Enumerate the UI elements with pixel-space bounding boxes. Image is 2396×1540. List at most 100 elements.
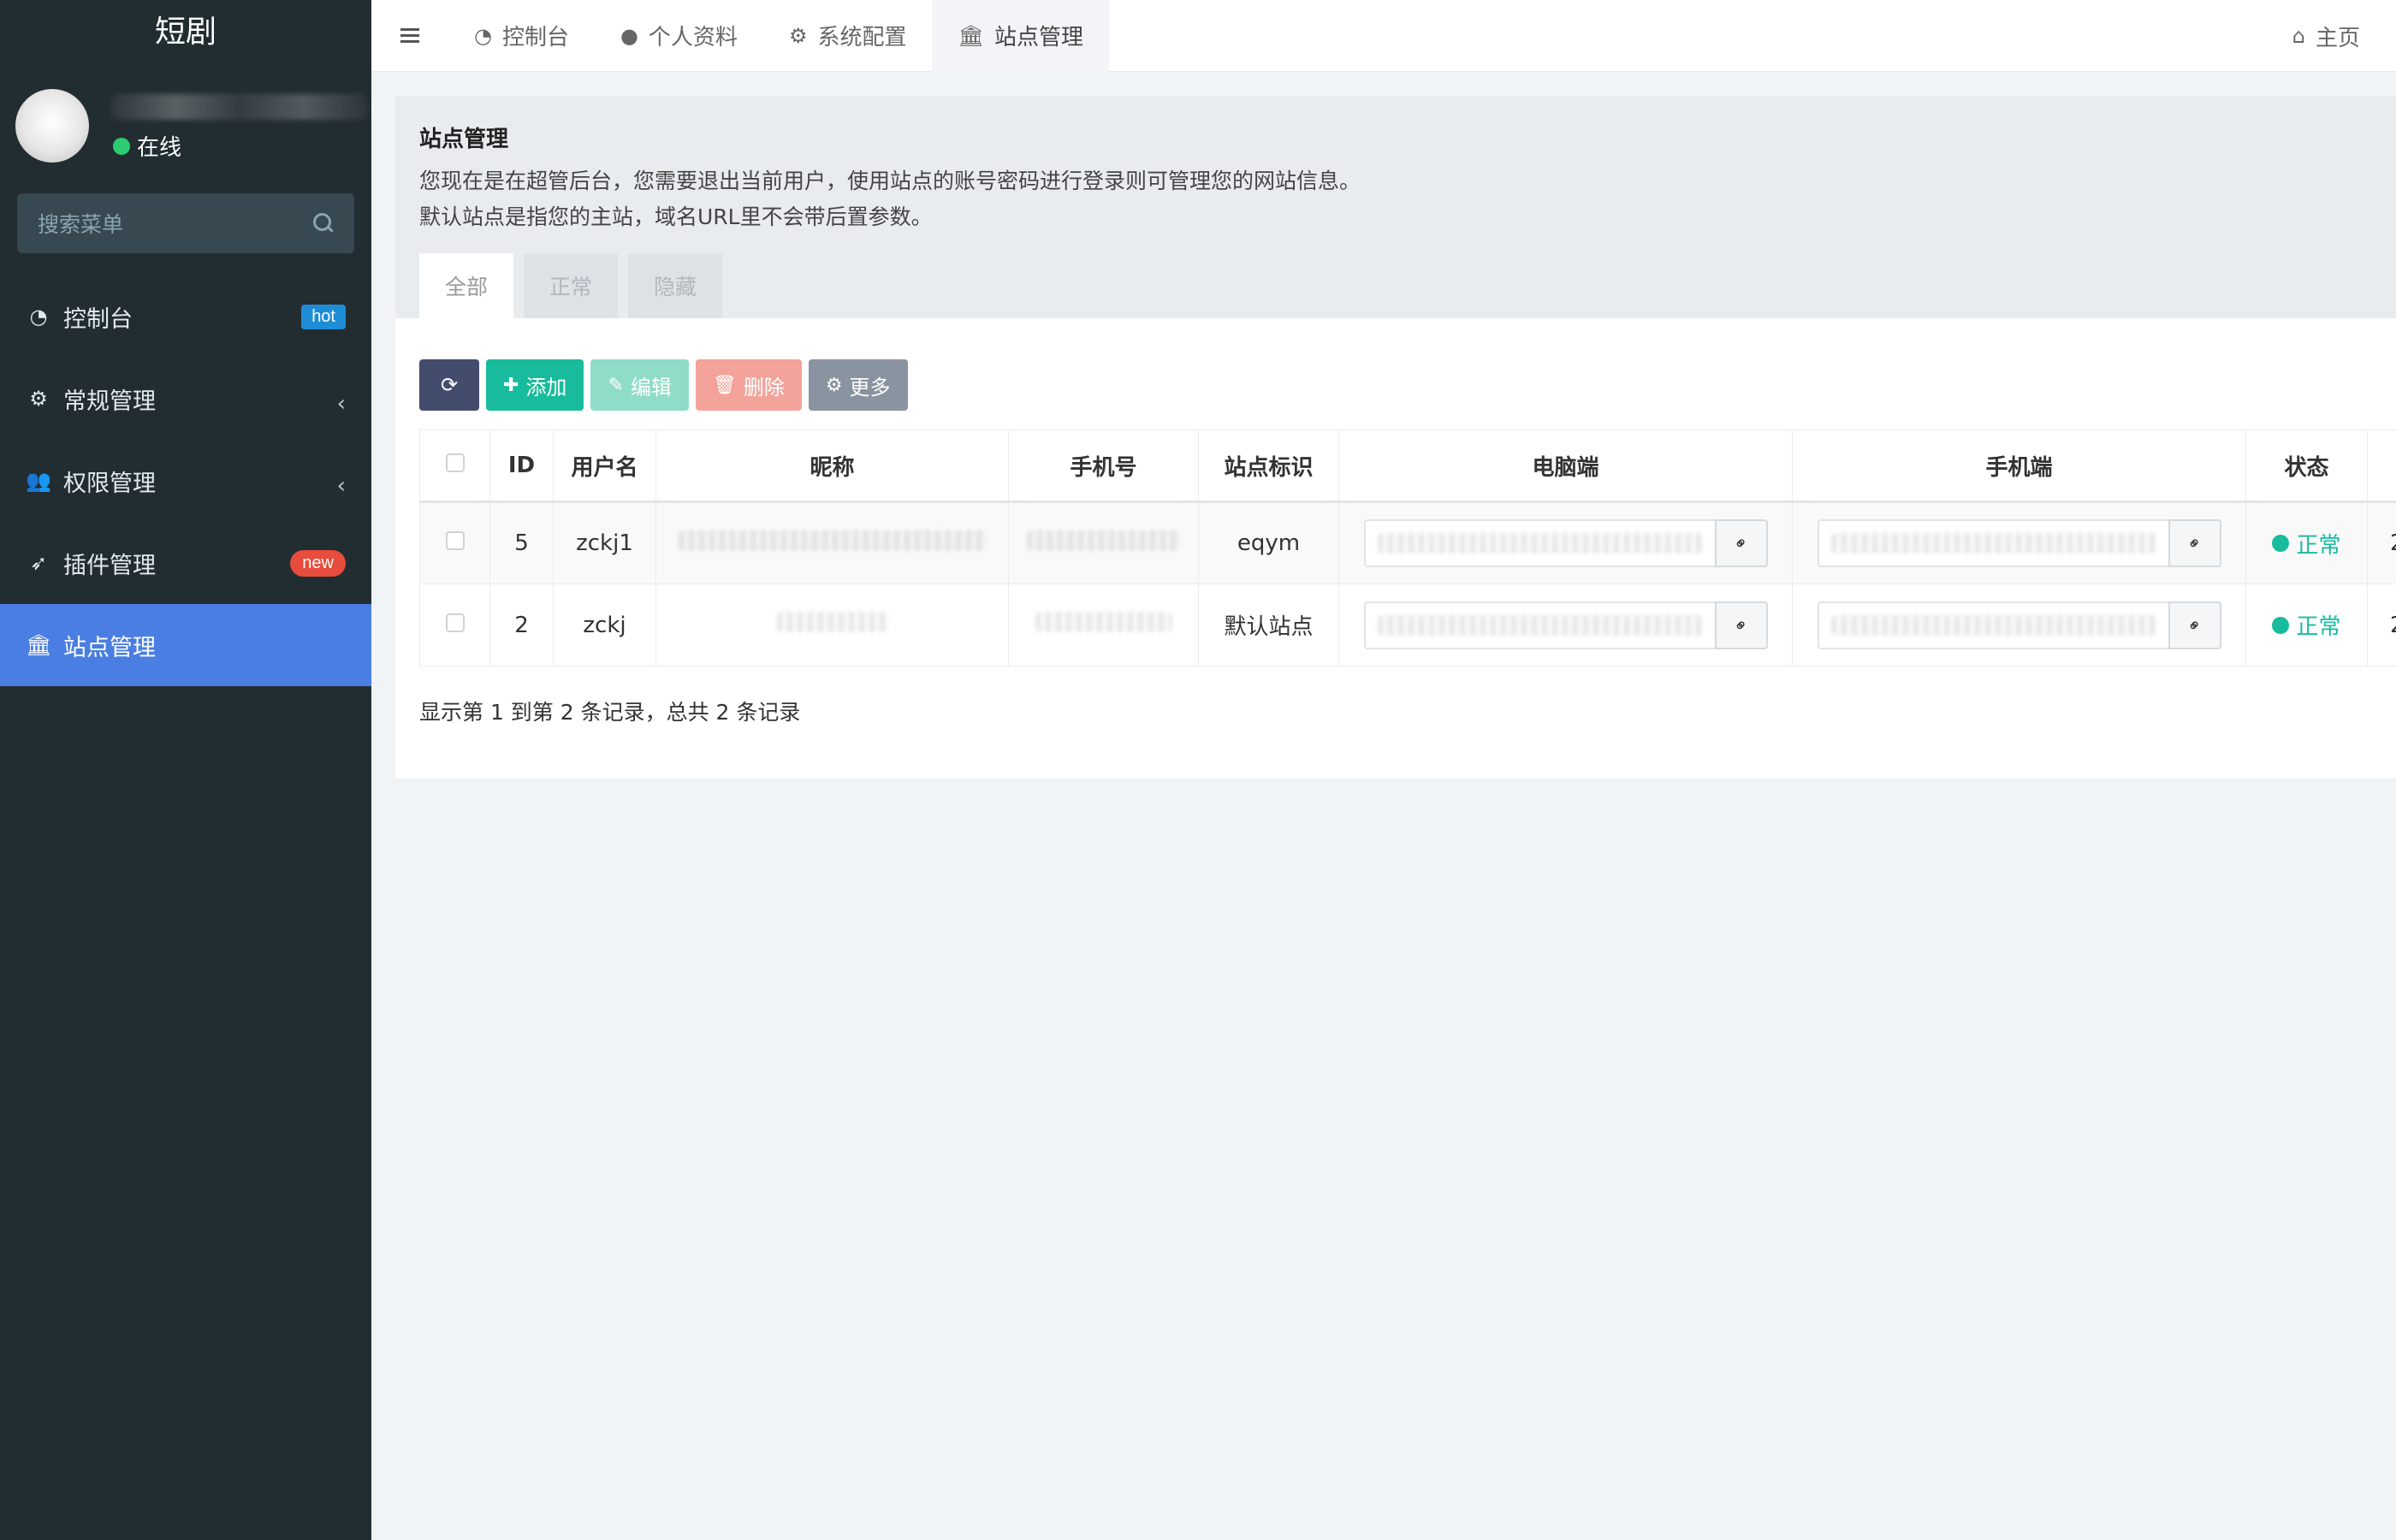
sidebar-toggle-button[interactable]: [371, 0, 448, 72]
cell-pc-url: ⚭: [1338, 583, 1793, 666]
sites-table: ID 用户名 昵称 手机号 站点标识 电脑端 手机端 状态 5 zckj1 eq…: [419, 429, 2396, 666]
row-checkbox[interactable]: [419, 583, 490, 666]
cell-nickname-redacted: [655, 583, 1009, 666]
sidebar-item-auth[interactable]: 👥 权限管理 ‹: [0, 440, 371, 522]
page-description: 您现在是在超管后台，您需要退出当前用户，使用站点的账号密码进行登录则可管理您的网…: [419, 163, 2372, 235]
filter-tab-hidden[interactable]: 隐藏: [628, 253, 723, 318]
col-nickname[interactable]: 昵称: [655, 429, 1009, 503]
top-navbar: ◔ 控制台 ● 个人资料 ⚙ 系统配置 🏛 站点管理 ⌂ 主页: [371, 0, 2396, 72]
sidebar-item-addons[interactable]: ➶ 插件管理 new: [0, 522, 371, 604]
table-header-row: ID 用户名 昵称 手机号 站点标识 电脑端 手机端 状态: [419, 429, 2396, 503]
open-link-button[interactable]: ⚭: [1714, 601, 1768, 649]
col-status[interactable]: 状态: [2245, 429, 2368, 503]
filter-tab-all[interactable]: 全部: [419, 253, 514, 318]
cogs-icon: ⚙: [29, 387, 48, 411]
col-pc-url[interactable]: 电脑端: [1338, 429, 1793, 503]
description-line-2: 默认站点是指您的主站，域名URL里不会带后置参数。: [419, 204, 933, 229]
mobile-url-input[interactable]: [1817, 519, 2168, 567]
cell-username: zckj1: [553, 501, 656, 584]
more-button[interactable]: ⚙ 更多: [808, 359, 908, 411]
tab-dashboard[interactable]: ◔ 控制台: [448, 0, 595, 72]
app-logo[interactable]: 短剧: [0, 0, 371, 65]
gear-icon: ⚙: [825, 374, 843, 396]
cell-nickname-redacted: [655, 501, 1009, 584]
open-link-button[interactable]: ⚭: [2168, 519, 2221, 567]
delete-button[interactable]: 🗑 删除: [695, 359, 802, 411]
new-badge: new: [290, 549, 346, 577]
tab-label: 个人资料: [648, 25, 738, 50]
edit-button[interactable]: ✎ 编辑: [590, 359, 689, 411]
dashboard-icon: ◔: [474, 23, 492, 48]
sidebar-item-dashboard[interactable]: ◔ 控制台 hot: [0, 275, 371, 358]
cell-id: 2: [489, 583, 554, 666]
open-link-button[interactable]: ⚭: [1714, 519, 1768, 567]
description-line-1: 您现在是在超管后台，您需要退出当前用户，使用站点的账号密码进行登录则可管理您的网…: [419, 169, 1361, 193]
cell-id: 5: [489, 501, 554, 584]
col-phone[interactable]: 手机号: [1008, 429, 1199, 503]
col-site-key[interactable]: 站点标识: [1198, 429, 1339, 503]
table-row[interactable]: 5 zckj1 eqym ⚭ ⚭ 正常: [419, 501, 2396, 584]
cell-mobile-url: ⚭: [1792, 583, 2246, 666]
more-label: 更多: [849, 375, 891, 400]
pc-url-input[interactable]: [1363, 601, 1715, 649]
panel-body: ⟳ ✚ 添加 ✎ 编辑 🗑 删除 ⚙ 更多 ID 用户名 昵称 手机号 站点标识…: [395, 318, 2396, 779]
refresh-icon: ⟳: [440, 373, 459, 397]
col-mobile-url[interactable]: 手机端: [1792, 429, 2246, 503]
cell-status: 正常: [2245, 583, 2368, 666]
open-link-button[interactable]: ⚭: [2168, 601, 2221, 649]
mobile-url-input[interactable]: [1817, 601, 2168, 649]
chevron-left-icon: ‹: [336, 473, 346, 499]
row-checkbox[interactable]: [419, 501, 490, 584]
filter-tab-normal[interactable]: 正常: [524, 253, 619, 318]
online-status: 在线: [113, 130, 181, 162]
col-username[interactable]: 用户名: [553, 429, 656, 503]
link-icon: ⚭: [1729, 530, 1753, 556]
status-label: 正常: [2296, 614, 2341, 640]
select-all-checkbox[interactable]: [419, 429, 490, 503]
tab-label: 系统配置: [817, 25, 907, 50]
users-icon: 👥: [26, 469, 51, 493]
home-link[interactable]: ⌂ 主页: [2292, 0, 2360, 72]
sidebar-menu: ◔ 控制台 hot ⚙ 常规管理 ‹ 👥 权限管理 ‹ ➶ 插件管理 new 🏛…: [0, 275, 371, 686]
sidebar-item-label: 站点管理: [63, 634, 156, 661]
pc-url-input[interactable]: [1363, 519, 1715, 567]
sidebar-item-general[interactable]: ⚙ 常规管理 ‹: [0, 358, 371, 440]
sidebar-item-label: 插件管理: [63, 552, 156, 579]
col-id[interactable]: ID: [489, 429, 554, 503]
refresh-button[interactable]: ⟳: [419, 359, 479, 411]
dashboard-icon: ◔: [29, 305, 48, 329]
link-icon: ⚭: [2182, 613, 2207, 637]
toolbar: ⟳ ✚ 添加 ✎ 编辑 🗑 删除 ⚙ 更多: [419, 359, 2372, 411]
add-button[interactable]: ✚ 添加: [486, 359, 584, 411]
tab-label: 控制台: [501, 25, 569, 50]
bank-icon: 🏛: [26, 633, 52, 657]
delete-label: 删除: [743, 375, 785, 400]
tab-config[interactable]: ⚙ 系统配置: [763, 0, 933, 72]
main-content: 站点管理 您现在是在超管后台，您需要退出当前用户，使用站点的账号密码进行登录则可…: [395, 96, 2396, 779]
status-badge: 正常: [2272, 609, 2341, 641]
hamburger-icon: [400, 27, 419, 44]
menu-search-input[interactable]: 搜索菜单: [17, 193, 354, 253]
edit-label: 编辑: [630, 375, 672, 400]
user-name-redacted: [111, 94, 368, 120]
search-icon[interactable]: [313, 213, 334, 234]
sidebar-item-sites[interactable]: 🏛 站点管理: [0, 604, 371, 686]
tab-label: 站点管理: [993, 25, 1083, 50]
avatar[interactable]: [15, 89, 89, 163]
pc-url-group: ⚭: [1339, 519, 1792, 567]
table-row[interactable]: 2 zckj 默认站点 ⚭ ⚭ 正常: [419, 583, 2396, 666]
cell-mobile-url: ⚭: [1792, 501, 2246, 584]
online-status-label: 在线: [137, 135, 182, 161]
pencil-icon: ✎: [608, 374, 624, 396]
status-badge: 正常: [2272, 528, 2341, 560]
cell-site-key: eqym: [1198, 501, 1339, 584]
add-label: 添加: [525, 375, 567, 400]
cell-status: 正常: [2245, 501, 2368, 584]
cell-username: zckj: [553, 583, 656, 666]
tab-sites[interactable]: 🏛 站点管理: [932, 0, 1109, 72]
tab-profile[interactable]: ● 个人资料: [595, 0, 763, 72]
filter-tabs: 全部 正常 隐藏: [419, 253, 732, 318]
mobile-url-group: ⚭: [1793, 519, 2245, 567]
gear-icon: ⚙: [788, 23, 808, 48]
home-icon: ⌂: [2292, 24, 2305, 48]
